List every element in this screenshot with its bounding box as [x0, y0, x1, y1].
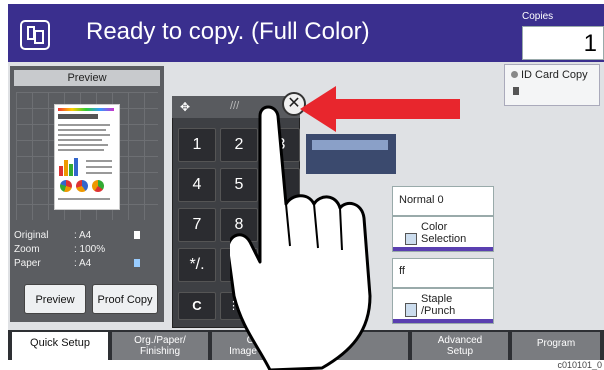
- tab-label-line1: Org./Paper/: [134, 335, 186, 346]
- paper-value: : A4: [74, 258, 92, 269]
- document-pie-chart: [60, 180, 72, 192]
- original-label: Original: [14, 230, 49, 241]
- document-text-line: [58, 134, 110, 136]
- copies-label: Copies: [522, 11, 554, 22]
- tab-label-line2: Finishing: [139, 346, 181, 357]
- original-info: Original : A4: [14, 230, 91, 241]
- document-text-line: [58, 198, 110, 200]
- paper-info: Paper : A4: [14, 258, 91, 269]
- document-text-line: [58, 129, 106, 131]
- id-card-icon: [513, 87, 519, 95]
- zoom-label: Zoom: [14, 244, 40, 255]
- proof-copy-button[interactable]: Proof Copy: [92, 284, 158, 314]
- document-thumbnail: [54, 104, 120, 210]
- page-orientation-icon: [134, 231, 140, 239]
- document-bar-chart: [59, 158, 81, 176]
- zoom-value: : 100%: [74, 244, 106, 255]
- preview-title: Preview: [14, 70, 160, 86]
- zoom-info: Zoom : 100%: [14, 244, 105, 255]
- radio-icon: [511, 71, 518, 78]
- document-text-line: [58, 139, 102, 141]
- document-text-line: [58, 149, 104, 151]
- tab-program-label: Program: [536, 338, 576, 349]
- paper-label: Paper: [14, 258, 41, 269]
- original-value: : A4: [74, 230, 92, 241]
- move-icon[interactable]: ✥: [178, 100, 192, 114]
- pointing-hand-illustration: [230, 105, 372, 370]
- document-pie-chart: [76, 180, 88, 192]
- status-title: Ready to copy. (Full Color): [86, 18, 370, 45]
- document-text-line: [86, 160, 112, 162]
- document-text-line: [86, 166, 112, 168]
- key-1[interactable]: 1: [178, 128, 216, 162]
- id-card-copy-button[interactable]: ID Card Copy: [504, 64, 600, 106]
- preview-button[interactable]: Preview: [24, 284, 86, 314]
- copy-function-icon[interactable]: [20, 20, 50, 50]
- header-bar: Ready to copy. (Full Color) Copies 1: [8, 4, 604, 62]
- document-text-line: [86, 172, 112, 174]
- document-text-line: [58, 144, 108, 146]
- hand-outline: [230, 105, 372, 370]
- tab-org-paper-finishing[interactable]: Org./Paper/ Finishing: [112, 332, 208, 360]
- key-decimal[interactable]: */.: [178, 248, 216, 282]
- tab-quick-setup[interactable]: Quick Setup: [12, 332, 108, 360]
- copies-value: 1: [583, 30, 597, 57]
- key-7[interactable]: 7: [178, 208, 216, 242]
- document-pie-chart: [92, 180, 104, 192]
- figure-code: c010101_0: [557, 360, 602, 370]
- document-heading: [58, 114, 98, 119]
- tab-quick-setup-label: Quick Setup: [30, 337, 90, 349]
- id-card-label: ID Card Copy: [521, 69, 588, 81]
- tab-program[interactable]: Program: [512, 332, 600, 360]
- key-4[interactable]: 4: [178, 168, 216, 202]
- document-text-line: [58, 124, 110, 126]
- paper-tray-icon: [134, 259, 140, 267]
- document-color-bar: [58, 108, 114, 111]
- copy-screen: Ready to copy. (Full Color) Copies 1 Pre…: [0, 0, 604, 370]
- key-clear[interactable]: C: [178, 292, 216, 320]
- copies-field[interactable]: 1: [522, 26, 604, 60]
